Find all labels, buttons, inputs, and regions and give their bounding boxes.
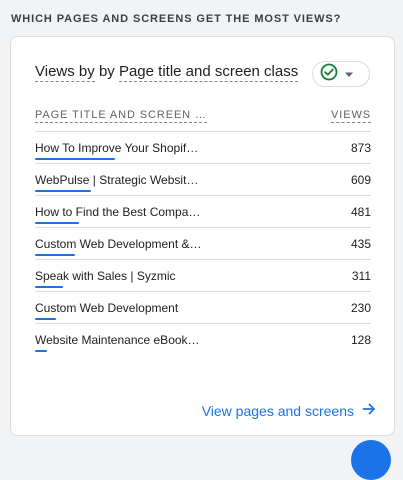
row-bar-track <box>35 318 115 320</box>
floating-action-button[interactable] <box>351 440 391 480</box>
table-row[interactable]: How To Improve Your Shopif… 873 <box>35 131 371 163</box>
table-row[interactable]: Speak with Sales | Syzmic 311 <box>35 259 371 291</box>
row-bar-track <box>35 158 115 160</box>
row-share-bar <box>35 190 91 192</box>
table-row[interactable]: Custom Web Development 230 <box>35 291 371 323</box>
table-row[interactable]: Website Maintenance eBook… 128 <box>35 323 371 355</box>
column-header-views[interactable]: VIEWS <box>331 109 371 123</box>
row-share-bar <box>35 158 115 160</box>
table-header: PAGE TITLE AND SCREEN … VIEWS <box>35 109 371 125</box>
row-bar-track <box>35 222 115 224</box>
row-bar-track <box>35 286 115 288</box>
check-circle-icon <box>320 63 338 86</box>
views-card: Views by by Page title and screen class … <box>10 36 395 436</box>
row-share-bar <box>35 318 57 320</box>
row-bar-track <box>35 254 115 256</box>
row-views-value: 609 <box>350 173 371 187</box>
table-row[interactable]: Custom Web Development &… 435 <box>35 227 371 259</box>
metric-selector[interactable]: Views by <box>35 63 95 82</box>
row-views-value: 230 <box>350 301 371 315</box>
row-page-title: How To Improve Your Shopif… <box>35 141 199 155</box>
row-views-value: 128 <box>350 333 371 347</box>
view-pages-link[interactable]: View pages and screens <box>202 402 376 419</box>
row-views-value: 481 <box>350 205 371 219</box>
dropdown-arrow-icon <box>344 65 354 83</box>
row-page-title: Custom Web Development &… <box>35 237 202 251</box>
row-share-bar <box>35 254 75 256</box>
title-by: by <box>98 63 119 80</box>
table-row[interactable]: WebPulse | Strategic Websit… 609 <box>35 163 371 195</box>
row-page-title: Website Maintenance eBook… <box>35 333 200 347</box>
card-title: Views by by Page title and screen class <box>35 63 299 82</box>
row-views-value: 873 <box>350 141 371 155</box>
row-bar-track <box>35 190 115 192</box>
row-page-title: WebPulse | Strategic Websit… <box>35 173 199 187</box>
section-heading: WHICH PAGES AND SCREENS GET THE MOST VIE… <box>11 13 342 25</box>
view-pages-link-label: View pages and screens <box>201 402 354 419</box>
table-body: How To Improve Your Shopif… 873 WebPulse |… <box>35 131 371 355</box>
row-page-title: Custom Web Development <box>35 301 179 315</box>
row-page-title: How to Find the Best Compa… <box>35 205 201 219</box>
arrow-right-icon <box>362 402 376 419</box>
row-share-bar <box>35 350 47 352</box>
row-views-value: 435 <box>350 237 371 251</box>
dimension-selector[interactable]: Page title and screen class <box>118 63 299 82</box>
table-row[interactable]: How to Find the Best Compa… 481 <box>35 195 371 227</box>
row-share-bar <box>35 286 64 288</box>
row-bar-track <box>35 350 115 352</box>
row-page-title: Speak with Sales | Syzmic <box>35 269 176 283</box>
column-header-page-title[interactable]: PAGE TITLE AND SCREEN … <box>35 109 207 123</box>
row-share-bar <box>35 222 80 224</box>
insights-status-button[interactable] <box>312 61 370 87</box>
row-views-value: 311 <box>351 269 371 283</box>
